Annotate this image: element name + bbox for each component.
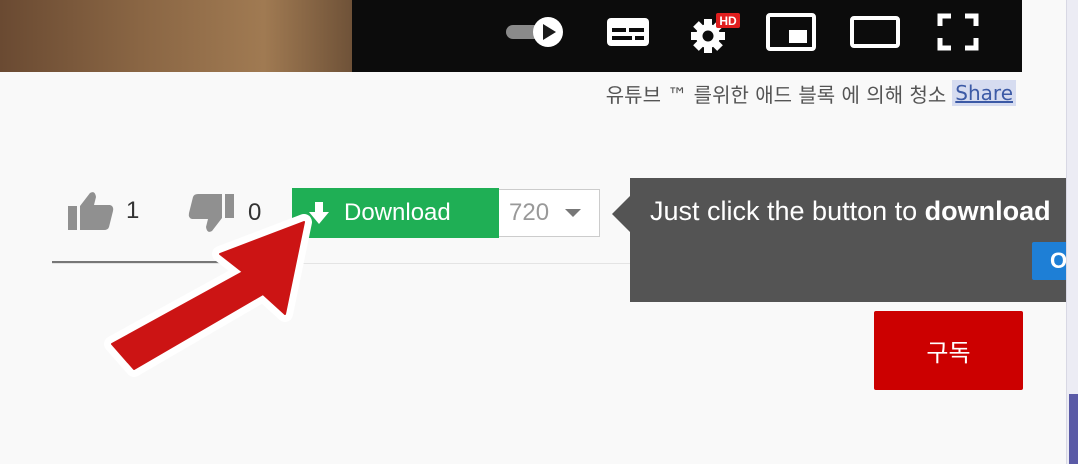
- download-label: Download: [344, 199, 451, 226]
- miniplayer-icon: [766, 13, 816, 51]
- tooltip-pointer: [612, 196, 630, 232]
- fullscreen-icon: [937, 13, 979, 51]
- video-player-bar: HD: [0, 0, 1022, 72]
- autoplay-toggle[interactable]: [502, 8, 568, 56]
- quality-value: 720: [509, 199, 550, 226]
- adblock-attribution-text: 유튜브 ™ 를위한 애드 블록 에 의해 청소: [605, 82, 947, 107]
- caret-down-icon: [565, 209, 582, 217]
- tooltip-text-bold: download: [924, 196, 1051, 226]
- quality-select[interactable]: 720: [499, 189, 600, 237]
- theater-mode-button[interactable]: [846, 8, 904, 56]
- tooltip-text-prefix: Just click the button to: [650, 196, 925, 226]
- share-link[interactable]: Share: [952, 80, 1016, 106]
- subtitles-button[interactable]: [600, 8, 656, 56]
- tooltip-ok-button[interactable]: OK: [1032, 242, 1066, 280]
- adblock-attribution: 유튜브 ™ 를위한 애드 블록 에 의해 청소 Share: [606, 78, 1016, 108]
- miniplayer-button[interactable]: [762, 8, 820, 56]
- autoplay-toggle-icon: [506, 17, 563, 47]
- fullscreen-button[interactable]: [932, 8, 984, 56]
- hd-badge: HD: [719, 14, 737, 28]
- download-button[interactable]: Download: [292, 188, 499, 238]
- subtitles-icon: [607, 18, 649, 46]
- annotation-arrow-icon: [104, 214, 312, 377]
- subscribe-button[interactable]: 구독: [874, 311, 1023, 390]
- video-frame: [0, 0, 352, 72]
- download-tooltip: Just click the button to download OK: [630, 178, 1066, 302]
- gear-icon: HD: [691, 13, 740, 53]
- settings-button[interactable]: HD: [684, 8, 744, 56]
- tooltip-text: Just click the button to download: [650, 196, 1051, 227]
- side-panel-edge: [1066, 0, 1078, 464]
- theater-icon: [850, 16, 900, 48]
